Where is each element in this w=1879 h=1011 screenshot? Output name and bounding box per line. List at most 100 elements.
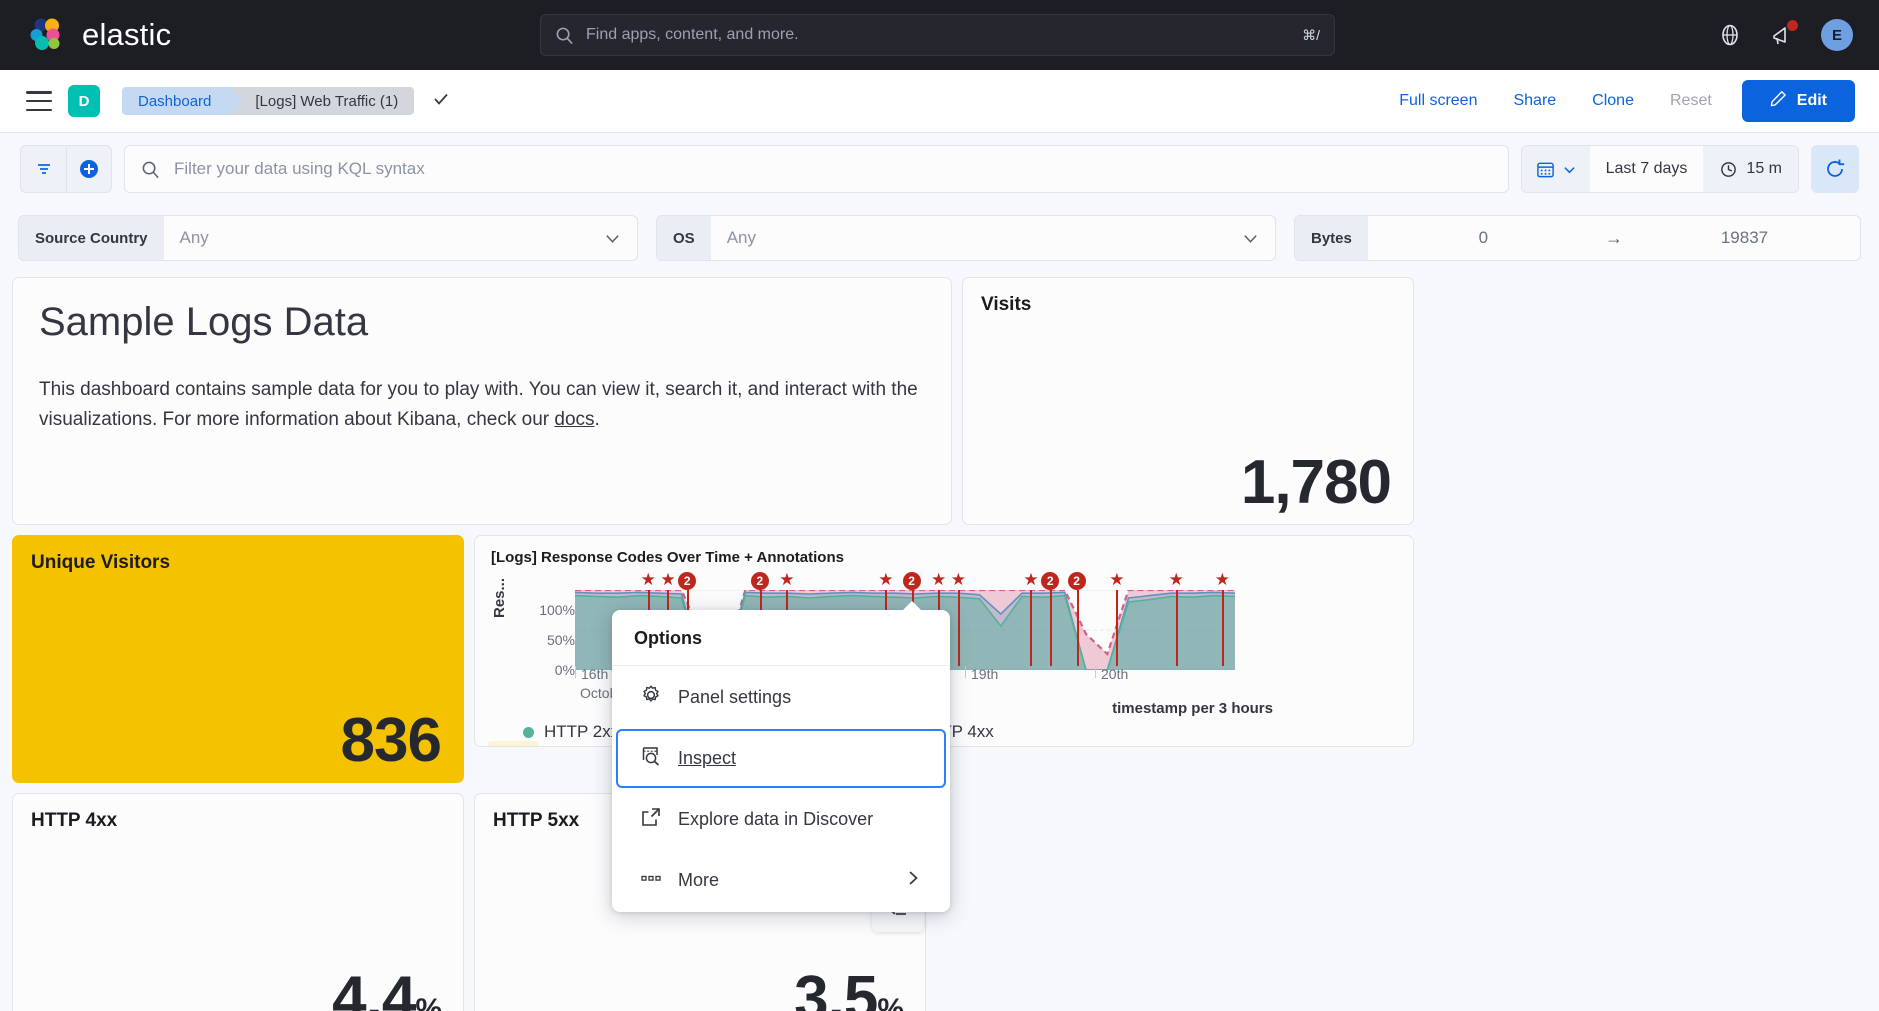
control-source-country[interactable]: Source Country Any	[18, 215, 638, 261]
chart-warning-badge[interactable]: 1	[487, 741, 540, 747]
refresh-icon	[1827, 159, 1845, 177]
refresh-button[interactable]	[1811, 145, 1859, 193]
annotation-line[interactable]	[957, 590, 960, 666]
annotation-badge[interactable]: 2	[1041, 572, 1060, 590]
panel-http-4xx-title: HTTP 4xx	[31, 810, 118, 831]
menu-item-label: More	[678, 870, 720, 890]
app-badge[interactable]: D	[68, 85, 100, 117]
megaphone-icon[interactable]	[1769, 20, 1798, 48]
arrow-right-icon: →	[1604, 227, 1623, 248]
panel-http-4xx[interactable]: HTTP 4xx 4.4%	[12, 793, 464, 1011]
edit-button[interactable]: Edit	[1741, 80, 1855, 122]
header-actions: Full screen Share Clone Reset Edit	[1381, 80, 1855, 122]
warning-triangle-icon	[497, 746, 514, 747]
panel-context-menu: Options Panel settings Inspect Explore d…	[612, 601, 950, 912]
annotation-star-marker[interactable]: ★	[660, 571, 675, 588]
y-tick: 50%	[546, 632, 575, 648]
legend-color-swatch	[523, 726, 534, 738]
menu-item-label: Explore data in Discover	[678, 809, 874, 829]
control-bytes-max[interactable]: 19837	[1629, 228, 1860, 248]
panel-sample-logs-data: Sample Logs Data This dashboard contains…	[12, 277, 952, 525]
annotation-star-marker[interactable]: ★	[1169, 571, 1184, 588]
share-button[interactable]: Share	[1495, 92, 1574, 110]
panel-unique-visitors-value: 836	[340, 706, 442, 775]
add-filter-button[interactable]	[66, 145, 112, 193]
menu-item-explore-in-discover[interactable]: Explore data in Discover	[616, 790, 946, 849]
control-os-label: OS	[657, 216, 711, 260]
annotation-star-marker[interactable]: ★	[1215, 571, 1230, 588]
chart-y-axis-label: Res...	[491, 577, 508, 618]
clone-button[interactable]: Clone	[1574, 92, 1652, 110]
menu-item-inspect[interactable]: Inspect	[616, 729, 946, 788]
controls-row: Source Country Any OS Any Bytes 0 → 1983…	[0, 205, 1879, 277]
annotation-line[interactable]	[1116, 590, 1119, 666]
inspect-icon	[640, 745, 662, 772]
panel-visits-value: 1,780	[1240, 448, 1392, 517]
menu-item-label: Panel settings	[678, 687, 792, 707]
query-bar: Filter your data using KQL syntax Last 7…	[0, 132, 1879, 205]
panel-visits[interactable]: Visits 1,780	[962, 277, 1414, 525]
annotation-line[interactable]	[1175, 590, 1178, 666]
check-icon[interactable]	[432, 90, 450, 113]
full-screen-button[interactable]: Full screen	[1381, 92, 1495, 110]
refresh-interval-display[interactable]: 15 m	[1703, 146, 1798, 192]
annotation-star-marker[interactable]: ★	[878, 571, 893, 588]
x-tick: 16th	[575, 666, 608, 682]
global-search-placeholder: Find apps, content, and more.	[586, 26, 799, 43]
x-tick: 19th	[965, 666, 998, 682]
http-5xx-number: 3.5	[794, 964, 878, 1011]
refresh-interval-label: 15 m	[1746, 160, 1782, 177]
annotation-badge[interactable]: 2	[902, 572, 921, 590]
ellipsis-icon	[640, 867, 662, 894]
annotation-star-marker[interactable]: ★	[641, 571, 656, 588]
elastic-brand[interactable]: elastic	[28, 16, 171, 54]
annotation-line[interactable]	[1030, 590, 1033, 666]
panel-unique-visitors[interactable]: Unique Visitors 836	[12, 535, 464, 783]
control-source-country-value[interactable]: Any	[164, 216, 604, 260]
control-os[interactable]: OS Any	[656, 215, 1276, 261]
annotation-badge[interactable]: 2	[1067, 572, 1086, 590]
calendar-icon	[1536, 162, 1554, 177]
kql-query-input[interactable]: Filter your data using KQL syntax	[124, 145, 1509, 193]
control-bytes-min[interactable]: 0	[1368, 228, 1599, 248]
markdown-text-part1: This dashboard contains sample data for …	[39, 379, 918, 431]
brand-name: elastic	[82, 17, 172, 52]
docs-link[interactable]: docs	[554, 409, 594, 430]
avatar[interactable]: E	[1821, 19, 1853, 51]
kql-placeholder: Filter your data using KQL syntax	[174, 159, 425, 178]
annotation-badge[interactable]: 2	[678, 572, 697, 590]
annotation-star-marker[interactable]: ★	[951, 571, 966, 588]
filter-options-icon[interactable]	[20, 145, 66, 193]
chevron-down-icon[interactable]	[604, 216, 637, 260]
notification-dot	[1787, 20, 1798, 31]
annotation-line[interactable]	[1221, 590, 1224, 666]
menu-item-more[interactable]: More	[616, 851, 946, 910]
filter-group	[20, 145, 112, 193]
date-range-display[interactable]: Last 7 days	[1589, 146, 1704, 192]
page-title: Sample Logs Data	[39, 300, 369, 344]
control-bytes[interactable]: Bytes 0 → 19837	[1294, 215, 1861, 261]
panel-visits-title: Visits	[981, 294, 1032, 315]
annotation-badge[interactable]: 2	[750, 572, 769, 590]
calendar-quick-select-button[interactable]	[1521, 146, 1590, 192]
breadcrumb-current[interactable]: [Logs] Web Traffic (1)	[229, 87, 415, 115]
annotation-star-marker[interactable]: ★	[1109, 571, 1124, 588]
pencil-icon	[1770, 90, 1787, 112]
chevron-down-icon[interactable]	[1242, 216, 1275, 260]
menu-toggle-icon[interactable]	[26, 91, 52, 111]
chart-warning-count: 1	[521, 746, 529, 747]
annotation-star-marker[interactable]: ★	[931, 571, 946, 588]
annotation-line[interactable]	[1076, 590, 1079, 666]
control-os-value[interactable]: Any	[711, 216, 1242, 260]
help-icon[interactable]	[1717, 22, 1743, 48]
menu-item-panel-settings[interactable]: Panel settings	[616, 668, 946, 727]
annotation-line[interactable]	[1050, 590, 1053, 666]
edit-button-label: Edit	[1796, 92, 1827, 109]
annotation-star-marker[interactable]: ★	[1023, 571, 1038, 588]
breadcrumb: Dashboard [Logs] Web Traffic (1)	[122, 87, 450, 115]
panel-http-5xx-value: 3.5%	[794, 963, 904, 1011]
breadcrumb-dashboard[interactable]: Dashboard	[122, 87, 243, 115]
control-bytes-range: 0 → 19837	[1368, 216, 1860, 260]
global-search-input[interactable]: Find apps, content, and more. ⌘/	[540, 14, 1335, 56]
annotation-star-marker[interactable]: ★	[779, 571, 794, 588]
